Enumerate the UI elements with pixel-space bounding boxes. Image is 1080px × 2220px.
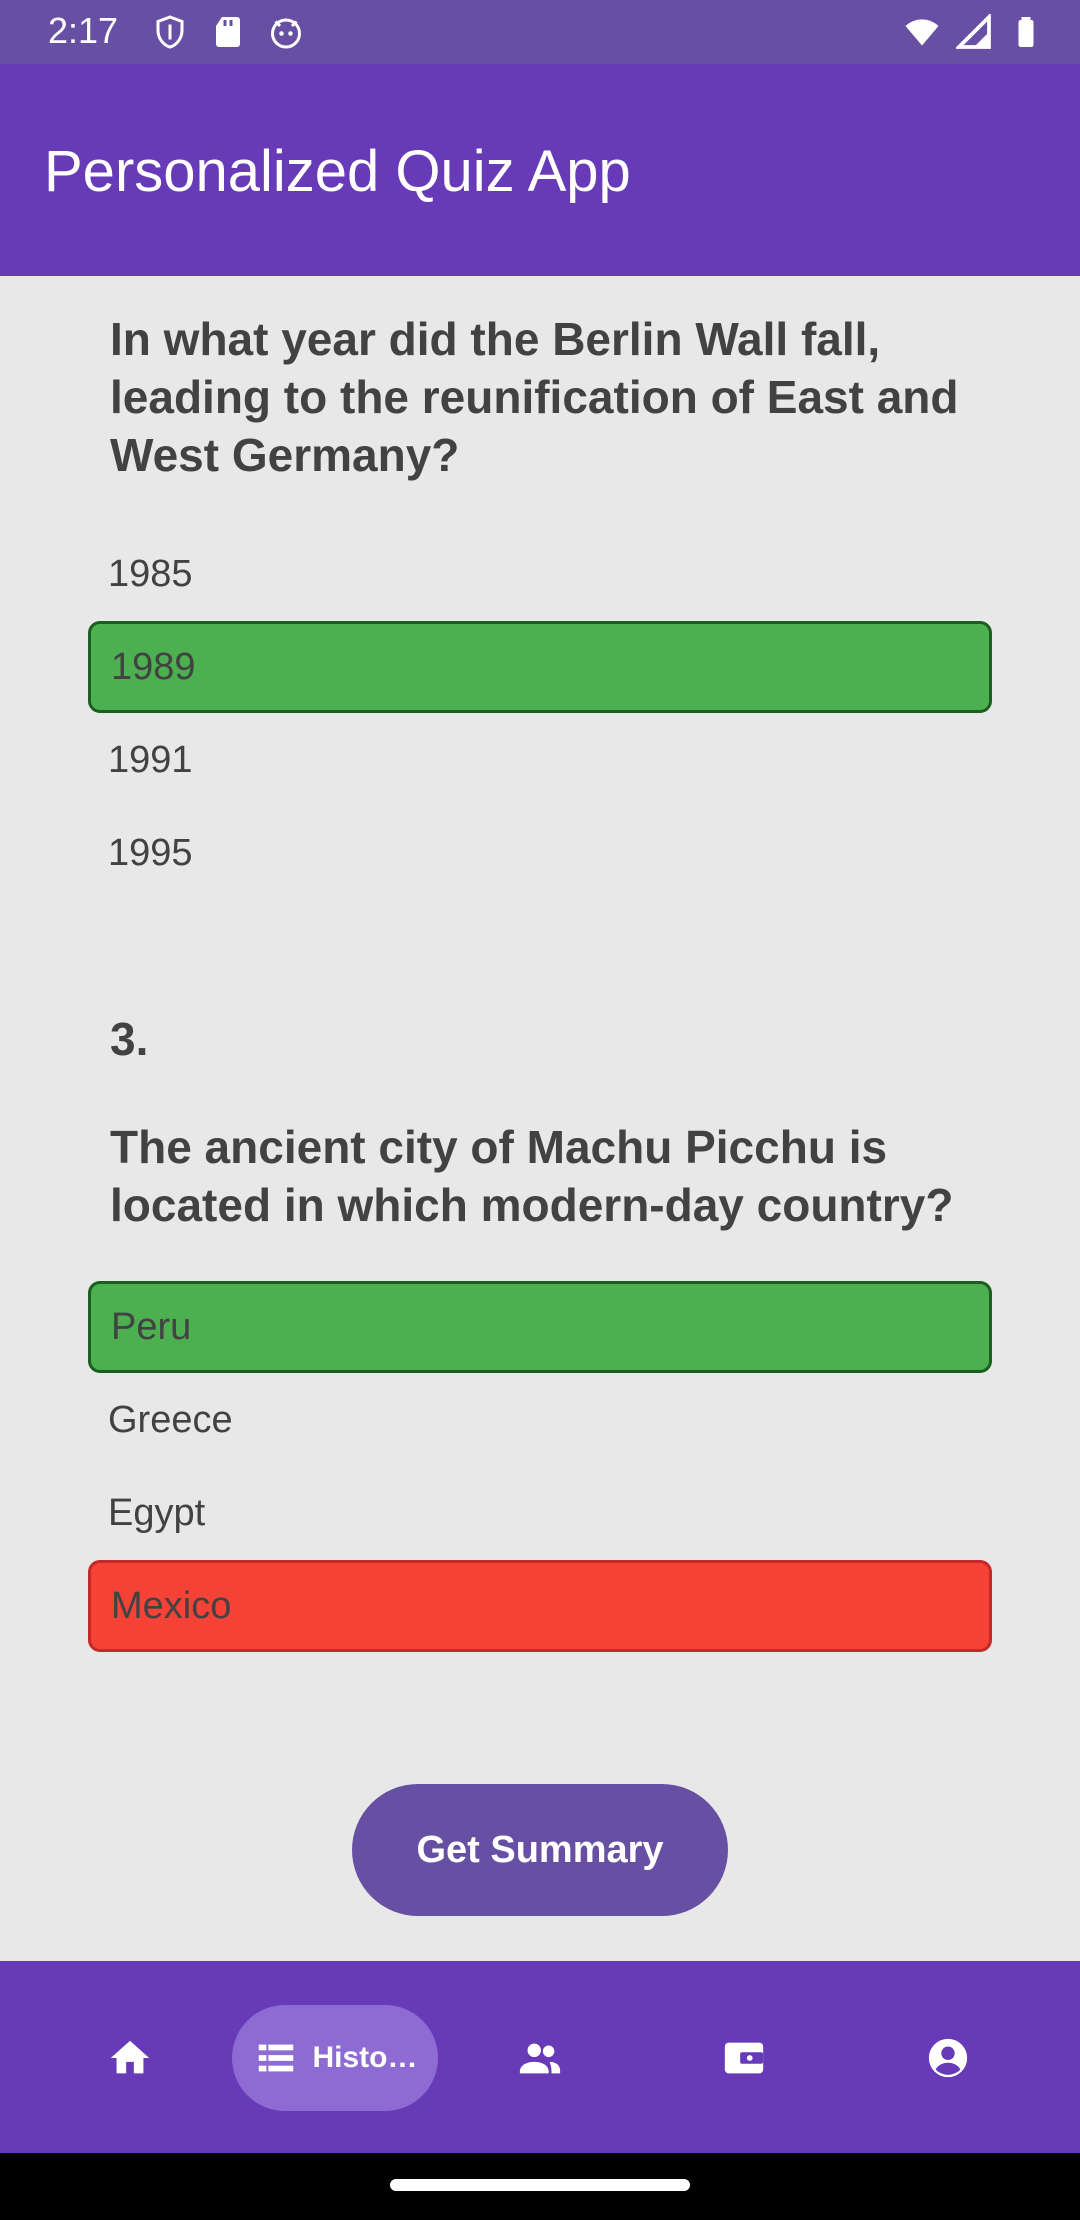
option-label: Egypt xyxy=(108,1491,206,1534)
shield-icon xyxy=(156,15,184,49)
nav-label-history: Histo… xyxy=(312,2041,418,2074)
wallet-icon xyxy=(724,2042,764,2074)
sd-card-icon xyxy=(216,17,240,47)
option-label: 1989 xyxy=(111,645,196,688)
battery-icon xyxy=(1018,17,1034,47)
nav-item-history[interactable]: Histo… xyxy=(232,2005,438,2111)
option-1995[interactable]: 1995 xyxy=(88,807,992,899)
nav-item-home[interactable] xyxy=(80,2005,180,2111)
status-icons-right xyxy=(904,14,1044,50)
app-title: Personalized Quiz App xyxy=(44,139,631,204)
home-icon xyxy=(110,2040,150,2074)
option-label: Greece xyxy=(108,1398,233,1441)
question-text: In what year did the Berlin Wall fall, l… xyxy=(110,313,959,481)
status-icons-left xyxy=(152,14,304,50)
option-1985[interactable]: 1985 xyxy=(88,528,992,620)
option-1991[interactable]: 1991 xyxy=(88,714,992,806)
cell-signal-icon xyxy=(956,14,991,49)
home-gesture-handle[interactable] xyxy=(390,2179,690,2191)
status-time: 2:17 xyxy=(48,10,119,51)
android-face-icon xyxy=(271,18,301,49)
option-mexico-wrong[interactable]: Mexico xyxy=(88,1560,992,1652)
quiz-review-list[interactable]: In what year did the Berlin Wall fall, l… xyxy=(0,276,1080,1961)
nav-item-people[interactable] xyxy=(490,2005,590,2111)
bottom-nav: Histo… xyxy=(0,1961,1080,2153)
app-bar: Personalized Quiz App xyxy=(0,64,1080,276)
option-label: 1985 xyxy=(108,552,193,595)
people-icon xyxy=(519,2043,561,2074)
option-egypt[interactable]: Egypt xyxy=(88,1467,992,1559)
screen: 2:17 Personalized Quiz App In what year … xyxy=(0,0,1080,2220)
option-label: Mexico xyxy=(111,1584,232,1627)
list-icon xyxy=(258,2044,293,2072)
wifi-icon xyxy=(905,19,939,46)
option-label: Peru xyxy=(111,1305,192,1348)
question-text: The ancient city of Machu Picchu is loca… xyxy=(110,1121,954,1231)
nav-item-wallet[interactable] xyxy=(694,2005,794,2111)
status-bar: 2:17 xyxy=(0,0,1080,64)
option-1989-correct[interactable]: 1989 xyxy=(88,621,992,713)
option-label: 1995 xyxy=(108,831,193,874)
option-label: 1991 xyxy=(108,738,193,781)
nav-item-profile[interactable] xyxy=(898,2005,998,2111)
get-summary-button[interactable]: Get Summary xyxy=(352,1784,728,1916)
option-greece[interactable]: Greece xyxy=(88,1374,992,1466)
system-gesture-area xyxy=(0,2153,1080,2220)
question-number: 3. xyxy=(110,1013,149,1065)
option-peru-correct[interactable]: Peru xyxy=(88,1281,992,1373)
account-circle-icon xyxy=(928,2038,968,2078)
